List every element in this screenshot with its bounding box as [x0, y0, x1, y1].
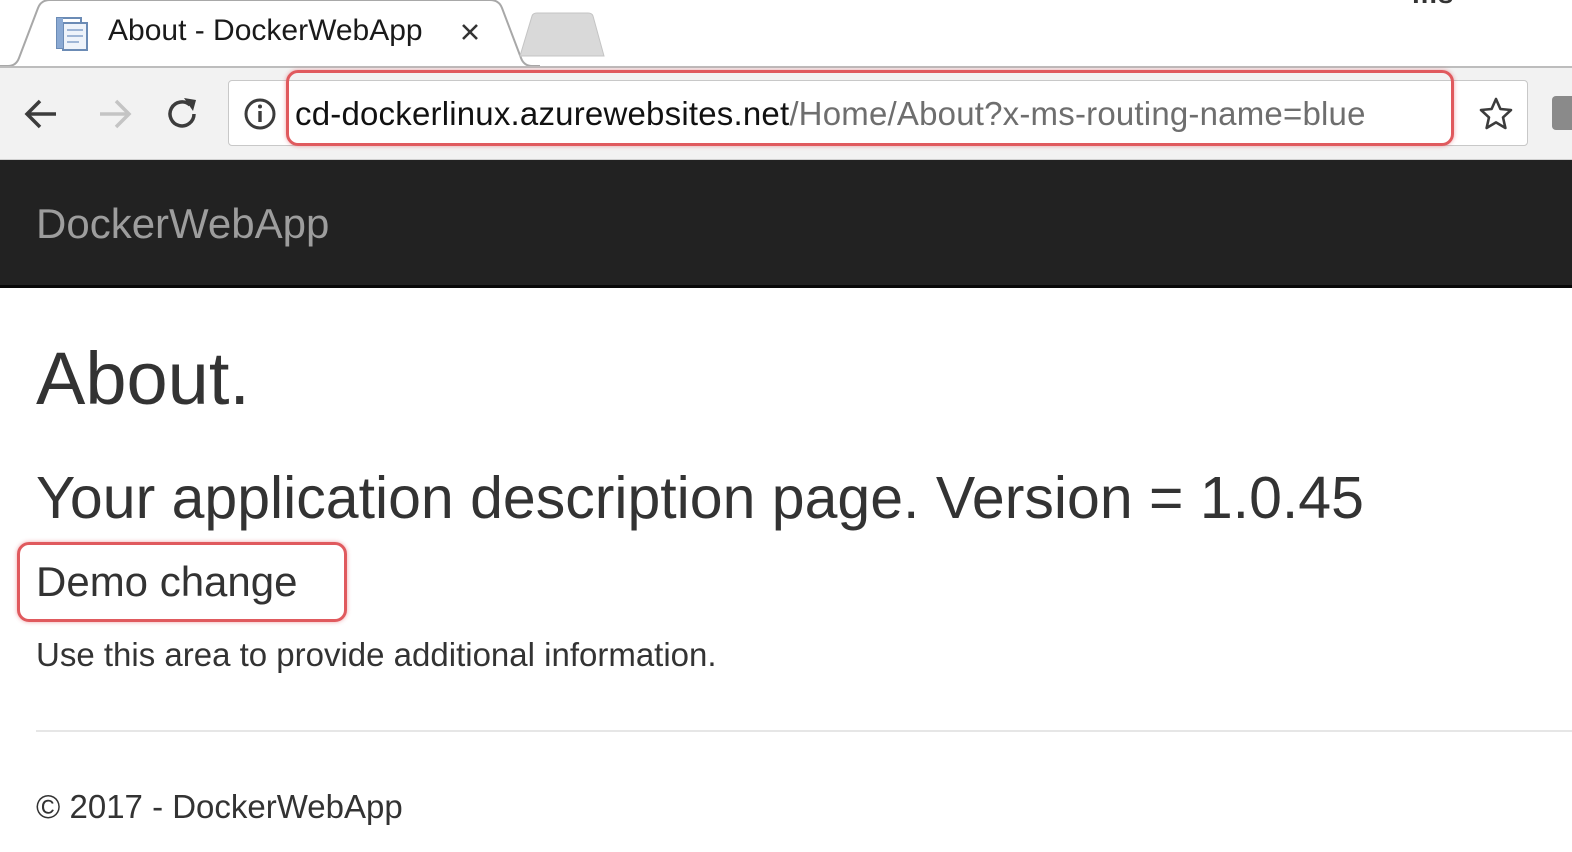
reload-icon[interactable]: [160, 92, 204, 136]
window-corner-text: ms: [1412, 0, 1454, 10]
forward-arrow-icon[interactable]: [92, 92, 136, 136]
close-icon[interactable]: [454, 16, 486, 48]
navbar-brand[interactable]: DockerWebApp: [36, 200, 329, 248]
page-title: About.: [36, 337, 250, 420]
back-arrow-icon[interactable]: [20, 92, 64, 136]
star-icon[interactable]: [1477, 95, 1515, 133]
footer-copyright: © 2017 - DockerWebApp: [36, 788, 403, 825]
new-tab-button[interactable]: [518, 12, 608, 58]
url-highlight-box: [286, 70, 1454, 146]
demo-highlight-box: [17, 542, 347, 622]
footer-divider: [36, 730, 1572, 732]
page-icon: [56, 17, 88, 51]
extension-icon[interactable]: [1552, 96, 1572, 130]
tab-title: About - DockerWebApp: [108, 14, 423, 47]
site-navbar: DockerWebApp: [0, 160, 1572, 288]
page-subtitle: Your application description page. Versi…: [36, 465, 1364, 531]
tab-strip: About - DockerWebApp ms: [0, 0, 1572, 68]
info-paragraph: Use this area to provide additional info…: [36, 636, 717, 673]
info-icon[interactable]: [243, 97, 277, 131]
